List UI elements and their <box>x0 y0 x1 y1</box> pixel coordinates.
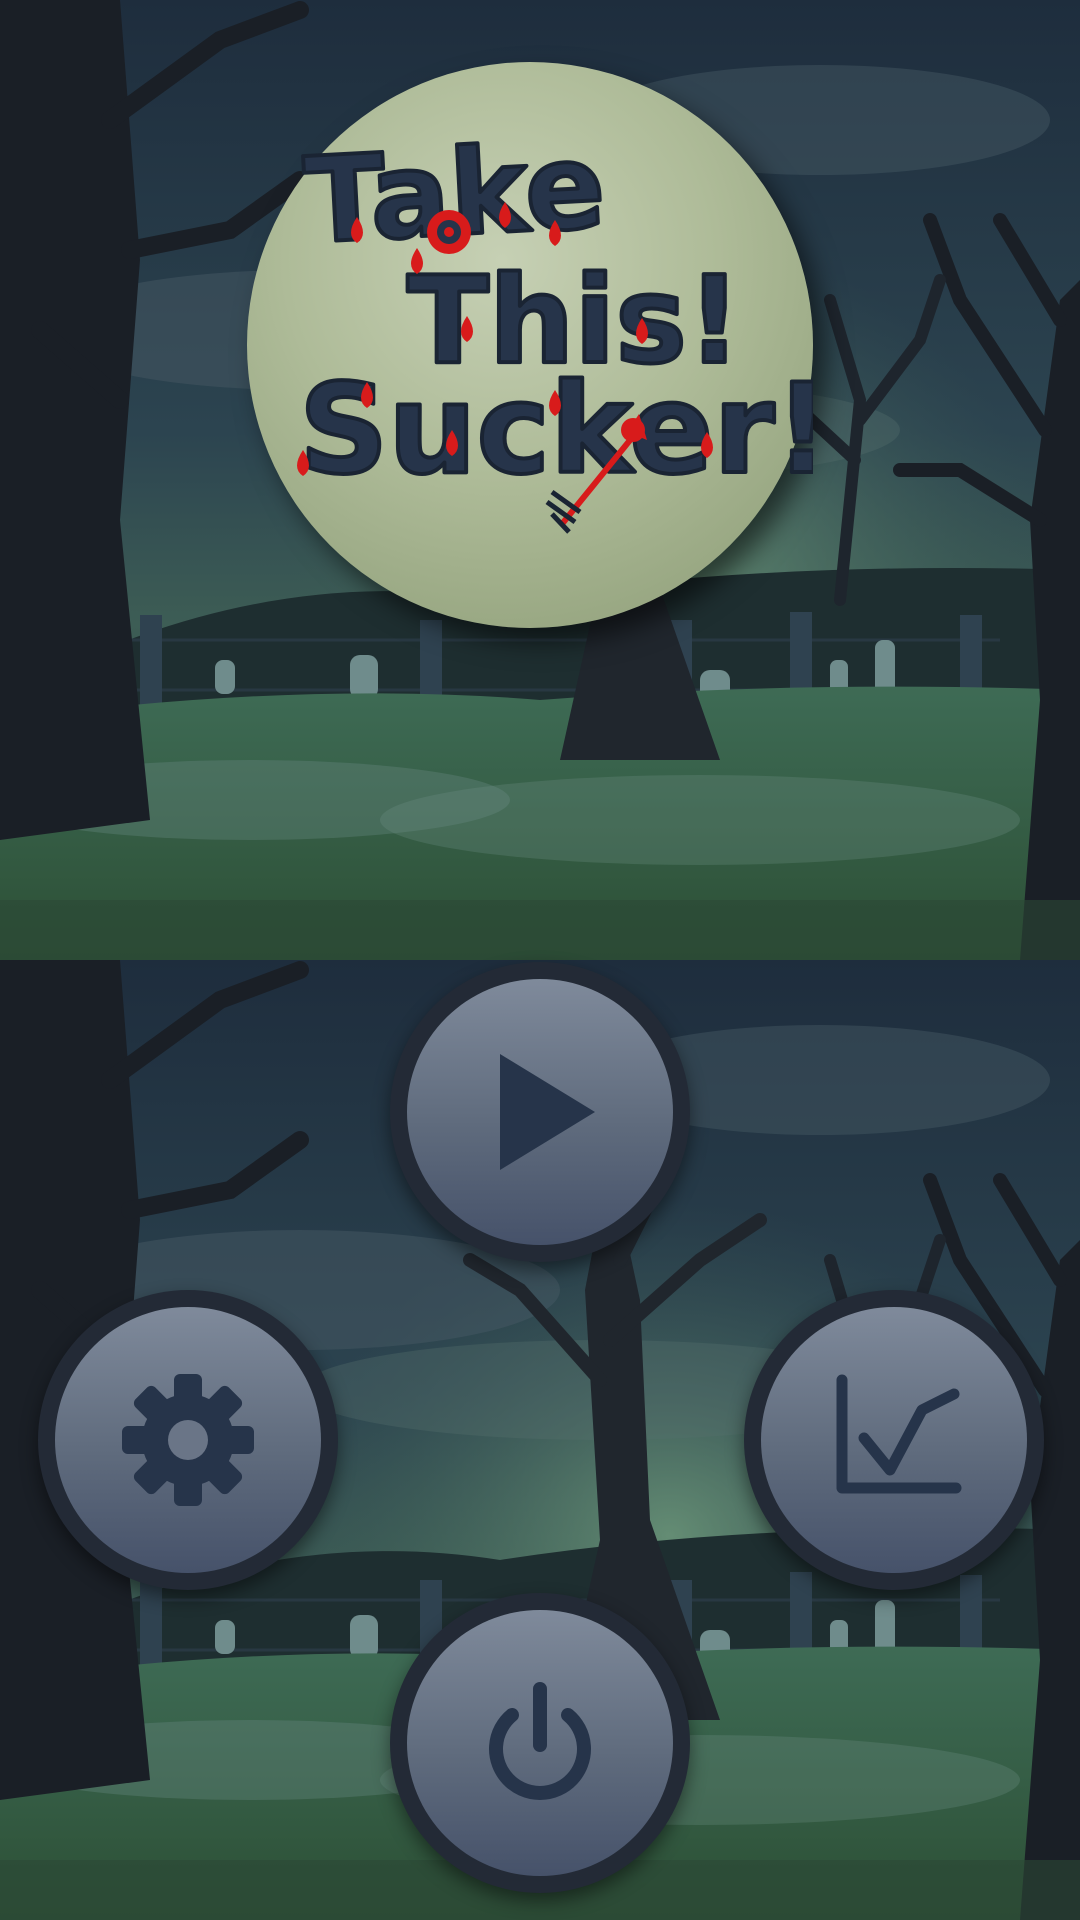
play-button[interactable] <box>390 962 690 1262</box>
title-line-3: Sucker! <box>299 358 813 502</box>
stats-button[interactable] <box>744 1290 1044 1590</box>
play-icon <box>500 1054 595 1170</box>
settings-button[interactable] <box>38 1290 338 1590</box>
chart-icon <box>836 1374 962 1494</box>
target-icon <box>427 210 471 254</box>
power-icon <box>489 1682 591 1800</box>
game-logo: Take This! Sucker! <box>247 62 813 628</box>
power-button[interactable] <box>390 1593 690 1893</box>
gear-icon <box>122 1374 254 1506</box>
